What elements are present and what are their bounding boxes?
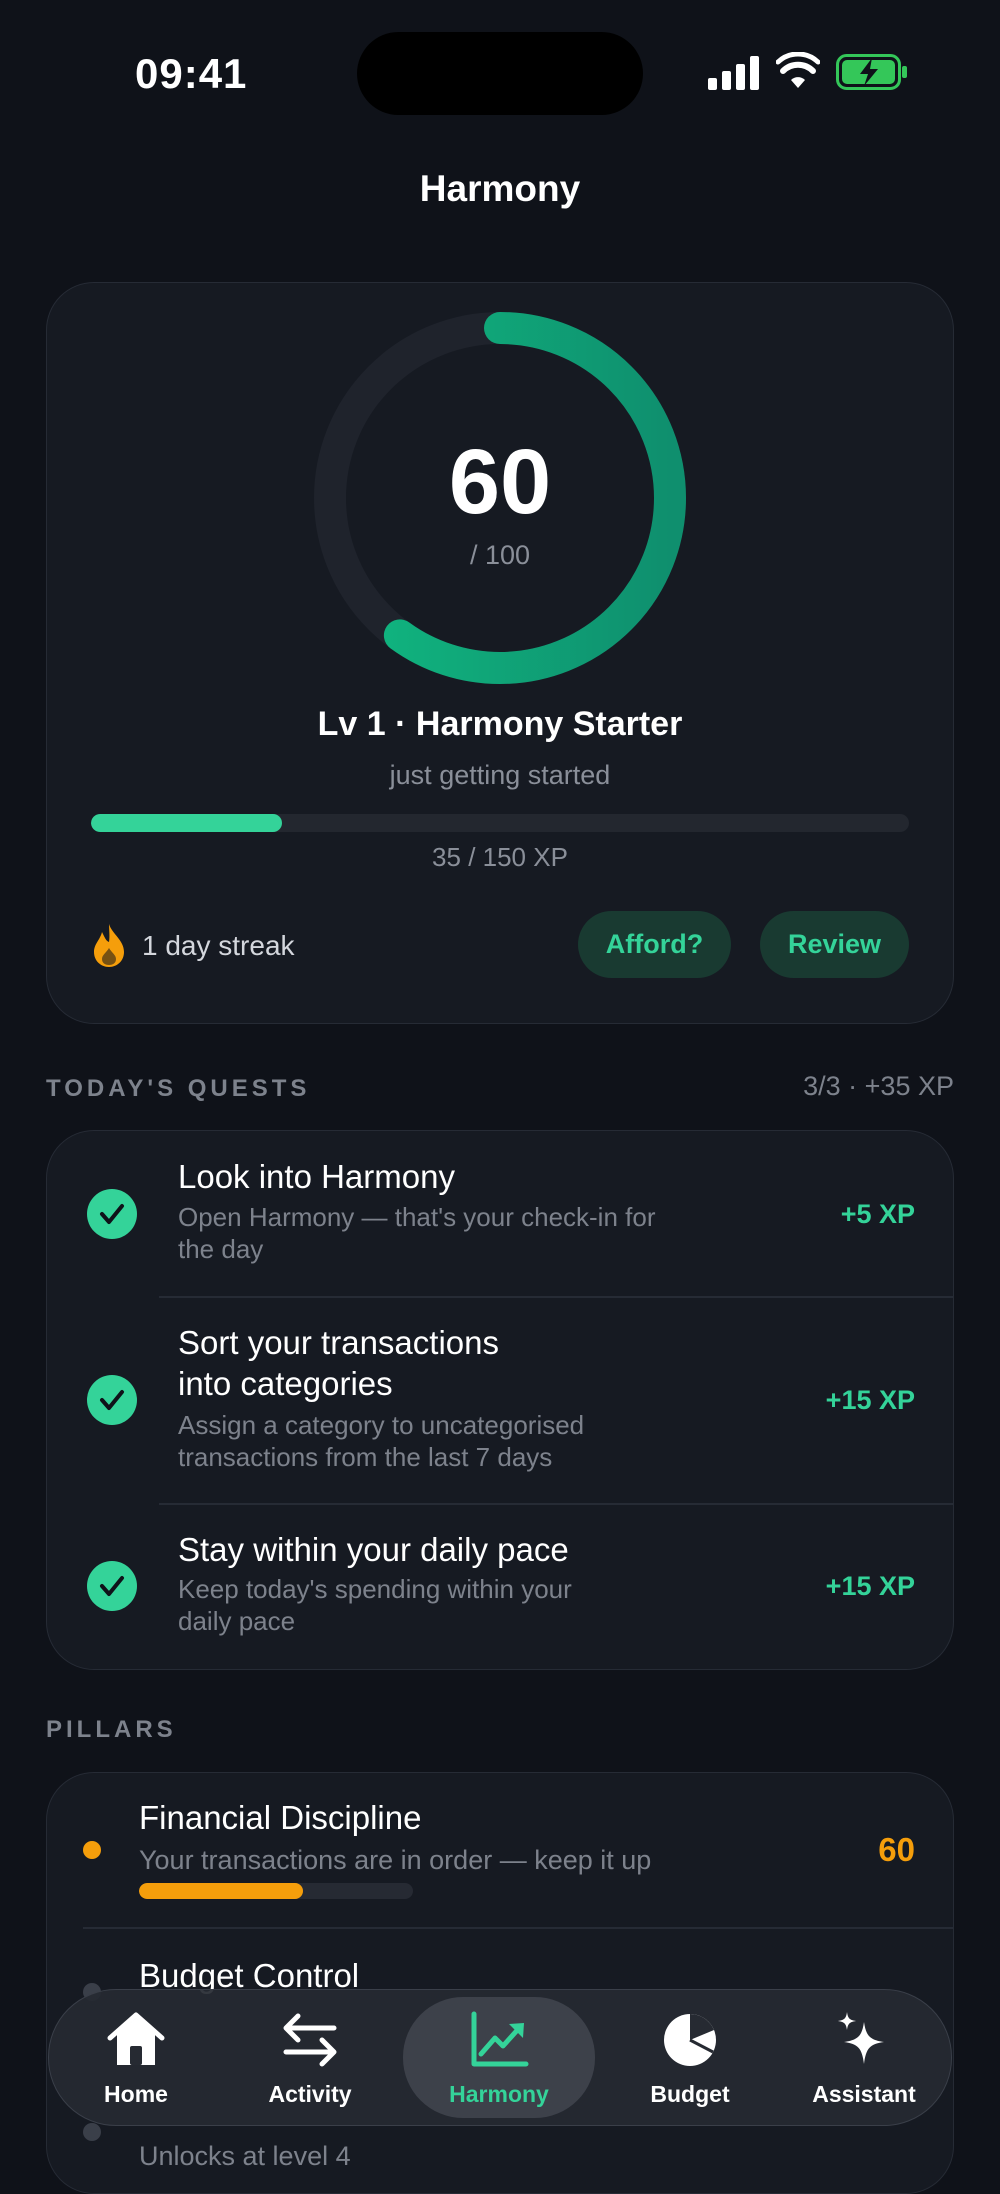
tab-activity[interactable]: Activity (223, 1990, 397, 2125)
xp-progress-bar (91, 814, 909, 832)
quest-xp: +15 XP (825, 1571, 915, 1601)
pillar-score: 60 (878, 1831, 915, 1868)
checkmark-icon (87, 1561, 137, 1611)
quest-item[interactable]: Look into Harmony Open Harmony — that's … (47, 1131, 953, 1296)
wifi-icon (776, 52, 820, 88)
quest-item[interactable]: Stay within your daily pace Keep today's… (47, 1504, 953, 1669)
quest-title: Stay within your daily pace (178, 1531, 569, 1568)
quest-description-line-2: the day (178, 1234, 264, 1264)
quest-title-line-1: Sort your transactions (178, 1324, 499, 1361)
quest-description-line-2: daily pace (178, 1606, 296, 1636)
dynamic-island (357, 32, 643, 115)
quest-description-line-1: Open Harmony — that's your check-in for (178, 1202, 656, 1232)
xp-progress-fill (91, 814, 282, 832)
quest-xp: +5 XP (840, 1199, 915, 1229)
checkmark-icon (87, 1189, 137, 1239)
status-time: 09:41 (135, 50, 248, 97)
flame-icon (94, 924, 124, 967)
tab-label: Assistant (812, 2081, 916, 2107)
cellular-signal-icon (708, 56, 759, 90)
tab-home[interactable]: Home (49, 1990, 223, 2125)
tab-budget[interactable]: Budget (603, 1990, 777, 2125)
harmony-score-value: 60 (448, 431, 552, 533)
chart-trend-icon (471, 2011, 529, 2067)
status-bar: 09:41 (0, 0, 1000, 150)
quest-xp: +15 XP (825, 1385, 915, 1415)
sparkles-icon (838, 2012, 884, 2064)
afford-button[interactable]: Afford? (578, 911, 731, 978)
pie-icon (664, 2014, 716, 2066)
level-title: Lv 1 · Harmony Starter (317, 705, 683, 743)
xp-progress-text: 35 / 150 XP (432, 842, 568, 872)
quests-summary: 3/3 · +35 XP (803, 1071, 954, 1101)
quest-description-line-1: Keep today's spending within your (178, 1574, 572, 1604)
checkmark-icon (87, 1375, 137, 1425)
tab-harmony[interactable]: Harmony (403, 1997, 595, 2118)
review-button[interactable]: Review (760, 911, 909, 978)
level-subtitle: just getting started (389, 760, 611, 790)
pillar-description: Unlocks at level 4 (139, 2141, 351, 2171)
page-title: Harmony (419, 168, 581, 209)
battery-charging-icon (836, 54, 907, 90)
tab-assistant[interactable]: Assistant (777, 1990, 951, 2125)
tab-label: Activity (268, 2081, 352, 2107)
pillar-status-dot (83, 1841, 101, 1859)
pillar-status-dot (83, 2123, 101, 2141)
quest-description-line-2: transactions from the last 7 days (178, 1442, 553, 1472)
tab-bar: Home Activity Harmony Budget Assistant (48, 1989, 952, 2126)
pillar-progress-bar (139, 1883, 413, 1899)
tab-label: Budget (650, 2081, 730, 2107)
pillar-progress-fill (139, 1883, 304, 1899)
pillar-description: Your transactions are in order — keep it… (139, 1845, 652, 1875)
tab-label: Home (104, 2081, 168, 2107)
arrows-icon (283, 2013, 337, 2067)
quest-title: Look into Harmony (178, 1158, 455, 1195)
pillars-card: Financial Discipline Your transactions a… (46, 1772, 954, 2194)
tab-label: Harmony (449, 2081, 549, 2107)
home-icon (107, 2012, 165, 2065)
quest-description-line-1: Assign a category to uncategorised (178, 1410, 585, 1440)
pillar-title[interactable]: Financial Discipline (139, 1799, 421, 1837)
quests-section-label: TODAY'S QUESTS (46, 1075, 311, 1102)
quests-card: Look into Harmony Open Harmony — that's … (46, 1130, 954, 1670)
harmony-score-max: / 100 (469, 540, 531, 570)
quest-item[interactable]: Sort your transactions into categories A… (47, 1297, 953, 1503)
pillars-section-label: PILLARS (46, 1716, 177, 1743)
quest-title-line-2: into categories (178, 1365, 393, 1402)
pillar-divider (83, 1927, 953, 1929)
streak-text: 1 day streak (142, 930, 295, 961)
